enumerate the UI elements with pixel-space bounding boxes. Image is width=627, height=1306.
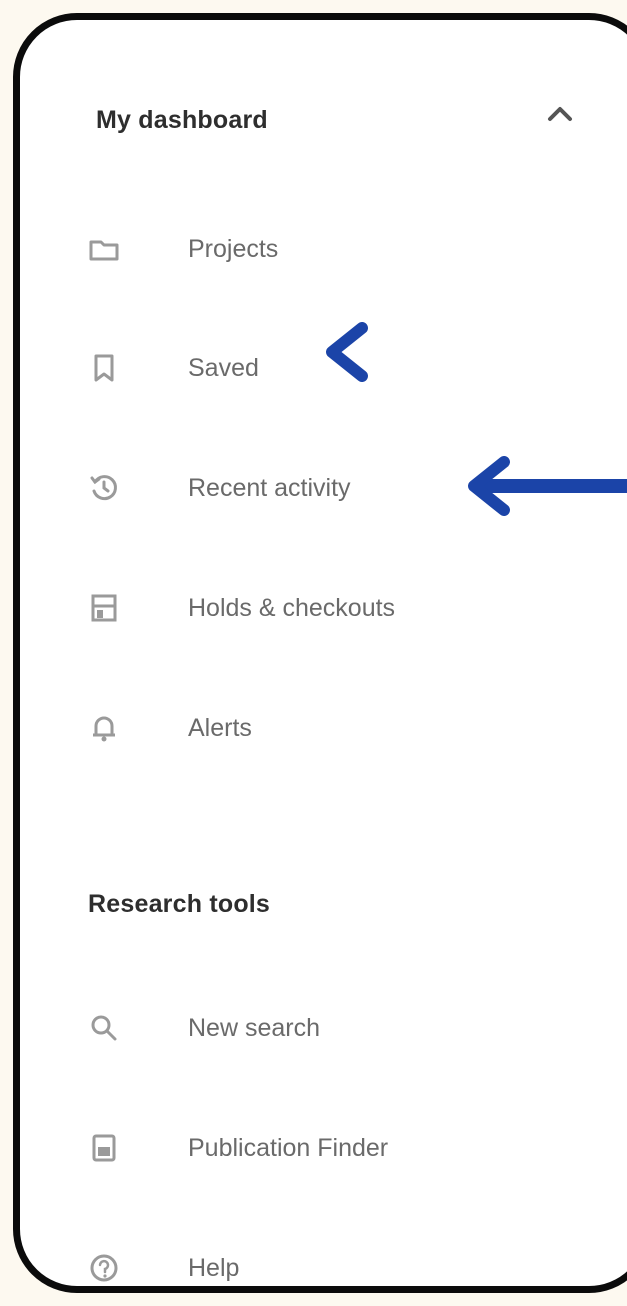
bell-icon [86, 710, 122, 746]
phone-frame: My dashboard Projects Saved Recent activ… [13, 13, 627, 1293]
search-icon [86, 1010, 122, 1046]
menu-item-label: Alerts [188, 713, 252, 742]
section-title-research-tools: Research tools [88, 890, 271, 918]
menu-item-help[interactable]: Help [80, 1236, 600, 1286]
menu-item-label: Holds & checkouts [188, 593, 396, 622]
publication-icon [86, 1130, 122, 1166]
menu-item-label: Projects [188, 234, 279, 263]
menu-item-label: Publication Finder [188, 1133, 389, 1162]
menu-item-label: Saved [188, 353, 259, 382]
menu-item-holds-checkouts[interactable]: Holds & checkouts [80, 576, 600, 640]
annotation-arrow-saved [326, 322, 627, 382]
chevron-up-icon[interactable] [545, 104, 575, 124]
menu-item-label: New search [188, 1013, 320, 1042]
section-title-my-dashboard: My dashboard [96, 106, 268, 134]
history-icon [86, 470, 122, 506]
menu-item-alerts[interactable]: Alerts [80, 696, 600, 760]
books-icon [86, 590, 122, 626]
menu-item-label: Recent activity [188, 473, 351, 502]
help-icon [86, 1250, 122, 1286]
bookmark-icon [86, 350, 122, 386]
folder-icon [86, 231, 122, 267]
menu-item-label: Help [188, 1253, 240, 1282]
menu-item-publication-finder[interactable]: Publication Finder [80, 1116, 600, 1180]
annotation-arrow-recent-activity [468, 456, 627, 516]
menu-item-new-search[interactable]: New search [80, 996, 600, 1060]
menu-item-projects[interactable]: Projects [80, 217, 600, 281]
